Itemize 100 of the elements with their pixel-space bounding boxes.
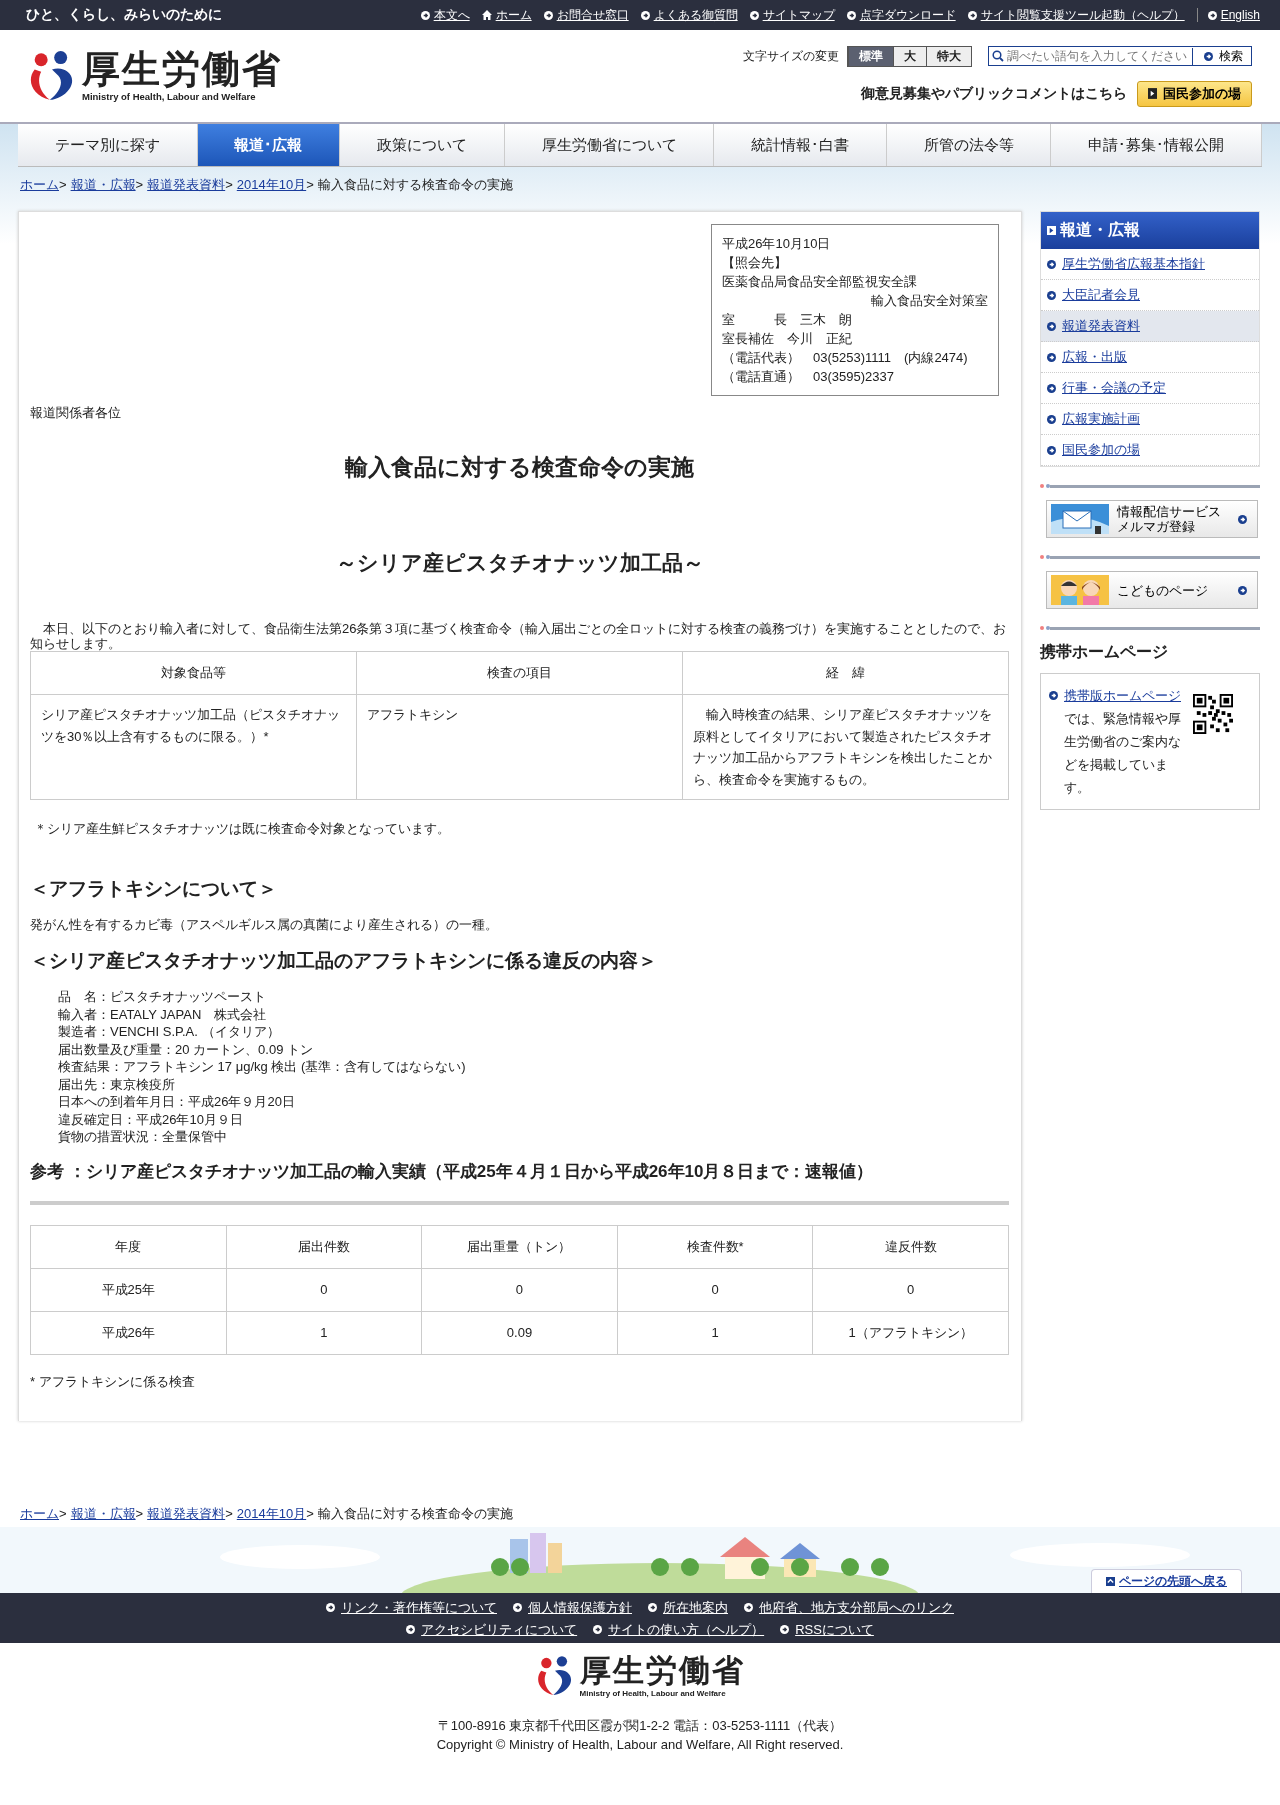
nav-tab[interactable]: 報道･広報: [197, 124, 341, 166]
violation-detail: 貨物の措置状況：全量保管中: [58, 1128, 228, 1146]
table-cell: 平成25年: [30, 1268, 227, 1311]
breadcrumb-separator: >: [59, 177, 67, 192]
top-link[interactable]: ホーム: [481, 6, 532, 24]
table-header-cell: 検査件数*: [617, 1225, 813, 1268]
copyright-text: Copyright © Ministry of Health, Labour and Welfare, All Right reserved.: [436, 1735, 844, 1754]
table-cell: アフラトキシン: [356, 694, 683, 800]
arrow-up-icon: [1106, 1576, 1115, 1586]
arrow-icon: [1047, 226, 1056, 235]
sidebar-item[interactable]: 広報実施計画: [1041, 404, 1259, 435]
arrow-icon: [1047, 352, 1056, 362]
logo-title: 厚生労働省: [579, 1654, 745, 1686]
nav-tab[interactable]: 厚生労働省について: [504, 124, 715, 166]
search-field[interactable]: 調べたい語句を入力してください 検索: [988, 46, 1252, 66]
breadcrumb-link[interactable]: ホーム: [20, 177, 59, 192]
logo-title: 厚生労働省: [82, 50, 282, 88]
arrow-icon: [1204, 51, 1213, 61]
top-link[interactable]: サイトマップ: [749, 6, 835, 24]
sidebar-item[interactable]: 報道発表資料: [1041, 311, 1259, 342]
public-comment-text: 御意見募集やパブリックコメントはこちら: [861, 84, 1127, 103]
top-link[interactable]: よくある御質問: [640, 6, 738, 24]
site-tagline: ひと、くらし、みらいのために: [26, 6, 223, 24]
arrow-icon: [1047, 290, 1056, 300]
footer-link[interactable]: リンク・著作権等について: [326, 1598, 497, 1617]
breadcrumb-link[interactable]: 報道発表資料: [147, 1505, 226, 1521]
nav-tab[interactable]: テーマ別に探す: [18, 124, 198, 166]
search-icon: [992, 50, 1004, 62]
sidebar-item[interactable]: 国民参加の場: [1041, 435, 1259, 466]
section-text: 発がん性を有するカビ毒（アスペルギルス属の真菌により産生される）の一種。: [30, 916, 499, 934]
sidebar-item[interactable]: 広報・出版: [1041, 342, 1259, 373]
sidebar-heading: 報道・広報: [1041, 212, 1259, 249]
section-heading: 参考 ：シリア産ピスタチオナッツ加工品の輸入実績（平成25年４月１日から平成26年10月８日まで：速報値）: [30, 1160, 875, 1183]
table-cell: 1: [226, 1311, 422, 1354]
font-size-button[interactable]: 特大: [926, 46, 971, 66]
arrow-icon: [1049, 691, 1058, 700]
sidebar-item[interactable]: 行事・会議の予定: [1041, 373, 1259, 404]
breadcrumb-separator: >: [306, 1505, 314, 1521]
arrow-icon: [326, 1603, 335, 1612]
arrow-icon: [1047, 445, 1056, 455]
mobile-link[interactable]: 携帯版ホームページ: [1064, 688, 1181, 703]
font-size-button[interactable]: 標準: [848, 46, 893, 66]
back-to-top-button[interactable]: ページの先頭へ戻る: [1091, 1568, 1242, 1593]
top-link[interactable]: English: [1207, 8, 1260, 22]
arrow-icon: [846, 10, 856, 20]
footer-link[interactable]: 所在地案内: [648, 1598, 728, 1617]
top-link[interactable]: 本文へ: [420, 6, 470, 24]
breadcrumb-separator: >: [225, 1505, 233, 1521]
arrow-icon: [648, 1603, 657, 1612]
nav-tab[interactable]: 申請･募集･情報公開: [1051, 124, 1263, 166]
home-icon: [481, 10, 492, 20]
table-cell: 輸入時検査の結果、シリア産ピスタチオナッツを原料としてイタリアにおいて製造されたピスタチオナッツ加工品からアフラトキシンを検出したことから、検査命令を実施するもの。: [682, 694, 1009, 800]
arrow-icon: [1207, 10, 1217, 20]
newsletter-banner[interactable]: 情報配信サービス メルマガ登録: [1046, 500, 1258, 538]
mobile-description: 携帯版ホームページ では、緊急情報や厚生労働省のご案内などを掲載しています。: [1064, 687, 1182, 797]
breadcrumb-link[interactable]: 2014年10月: [236, 1505, 307, 1521]
top-link[interactable]: 点字ダウンロード: [846, 6, 956, 24]
arrow-icon: [420, 10, 430, 20]
table-header-cell: 経 緯: [682, 651, 1009, 695]
violation-detail: 違反確定日：平成26年10月９日: [58, 1110, 244, 1128]
footer-link[interactable]: アクセシビリティについて: [406, 1620, 578, 1639]
violation-detail: 検査結果：アフラトキシン 17 μg/kg 検出 (基準：含有してはならない): [58, 1058, 467, 1076]
page-title: 輸入食品に対する検査命令の実施: [344, 453, 695, 482]
arrow-icon: [640, 10, 650, 20]
sidebar-item[interactable]: 厚生労働省広報基本指針: [1041, 249, 1259, 280]
table-cell: 1（アフラトキシン）: [812, 1311, 1009, 1354]
table-cell: 0.09: [421, 1311, 618, 1354]
breadcrumb-link[interactable]: 報道・広報: [70, 1505, 136, 1521]
breadcrumb-link[interactable]: ホーム: [20, 1505, 59, 1521]
top-link[interactable]: お問合せ窓口: [543, 6, 629, 24]
footer-link[interactable]: 個人情報保護方針: [513, 1598, 632, 1617]
address-text: 〒100-8916 東京都千代田区霞が関1-2-2 電話：03-5253-1111（代表）: [436, 1716, 844, 1735]
breadcrumb-current: 輸入食品に対する検査命令の実施: [317, 177, 513, 192]
footer-link[interactable]: サイトの使い方（ヘルプ）: [593, 1620, 765, 1639]
breadcrumb-link[interactable]: 2014年10月: [236, 177, 307, 192]
font-size-button[interactable]: 大: [893, 46, 926, 66]
breadcrumb-link[interactable]: 報道発表資料: [147, 177, 226, 192]
public-participation-button[interactable]: 国民参加の場: [1137, 80, 1252, 107]
recipient-text: 報道関係者各位: [30, 404, 122, 422]
footer-link[interactable]: 他府省、地方支分部局へのリンク: [744, 1598, 954, 1617]
nav-tab[interactable]: 統計情報･白書: [714, 124, 887, 166]
nav-tab[interactable]: 所管の法令等: [886, 124, 1052, 166]
violation-detail: 輸入者：EATALY JAPAN 株式会社: [58, 1005, 268, 1023]
arrow-icon: [1047, 321, 1056, 331]
arrow-icon: [1047, 259, 1056, 269]
arrow-icon: [1238, 585, 1247, 595]
table-header-cell: 違反件数: [812, 1225, 1009, 1268]
kids-page-banner[interactable]: こどものページ: [1046, 571, 1258, 609]
breadcrumb-current: 輸入食品に対する検査命令の実施: [317, 1505, 513, 1521]
violation-detail: 日本への到着年月日：平成26年９月20日: [58, 1093, 296, 1111]
nav-tab[interactable]: 政策について: [340, 124, 505, 166]
footer-link[interactable]: RSSについて: [780, 1620, 874, 1639]
arrow-icon: [1047, 414, 1056, 424]
mobile-heading: 携帯ホームページ: [1040, 642, 1169, 662]
breadcrumb-link[interactable]: 報道・広報: [70, 177, 136, 192]
table-header-cell: 届出件数: [226, 1225, 422, 1268]
top-link[interactable]: サイト閲覧支援ツール起動（ヘルプ）: [967, 6, 1185, 24]
table-cell: 平成26年: [30, 1311, 227, 1354]
table-header-cell: 検査の項目: [356, 651, 683, 695]
arrow-icon: [749, 10, 759, 20]
